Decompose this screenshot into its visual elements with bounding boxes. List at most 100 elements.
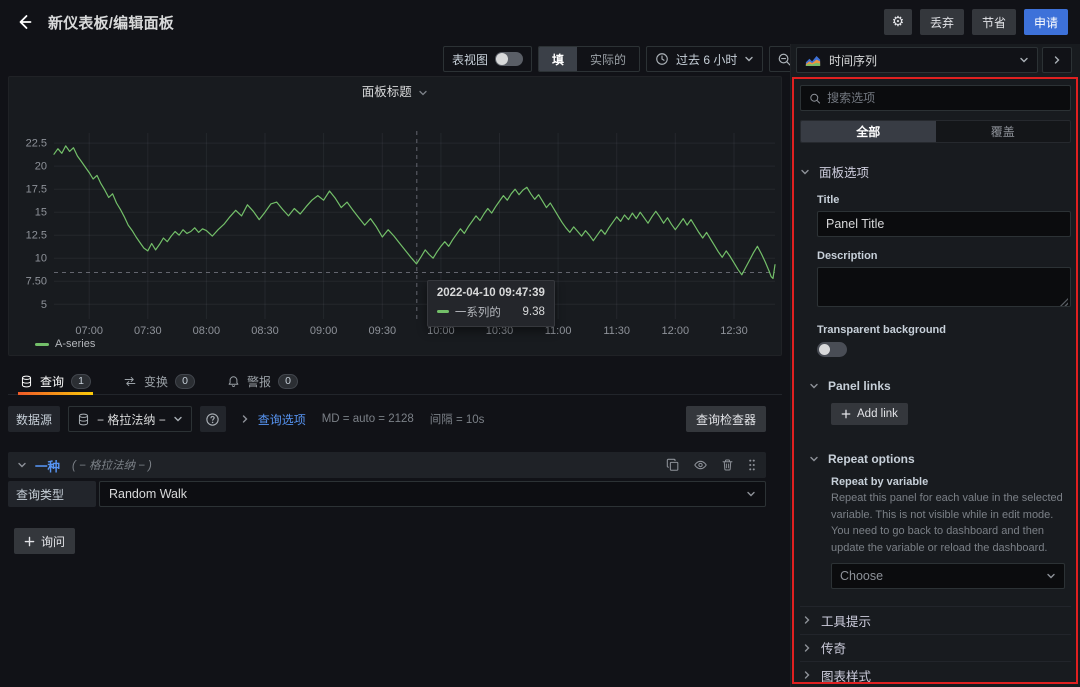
visualization-row: 时间序列 [796, 47, 1072, 73]
svg-text:09:30: 09:30 [369, 325, 397, 337]
legend-item-a-series[interactable]: A-series [35, 338, 95, 350]
svg-text:20: 20 [35, 161, 47, 173]
section-panel-links[interactable]: Panel links [800, 379, 1071, 393]
chevron-down-icon [173, 414, 183, 424]
tab-transform[interactable]: 变换 0 [121, 368, 197, 394]
query-row-header[interactable]: 一种 ( − 格拉法纳 − ) [8, 452, 766, 478]
section-tooltip[interactable]: 工具提示 [800, 606, 1071, 634]
apply-button[interactable]: 申请 [1024, 9, 1068, 35]
table-view-toggle-group: 表视图 [443, 46, 532, 72]
section-repeat-options-label: Repeat options [828, 452, 915, 466]
svg-text:08:30: 08:30 [251, 325, 279, 337]
back-button[interactable] [8, 5, 42, 39]
query-type-select[interactable]: Random Walk [99, 481, 766, 507]
datasource-help-button[interactable] [200, 406, 226, 432]
transparent-background-toggle[interactable] [817, 342, 847, 357]
table-view-toggle[interactable] [495, 52, 523, 66]
tab-alert-label: 警报 [247, 373, 271, 390]
table-view-label: 表视图 [452, 51, 488, 68]
panel-options-content: Title Description Transparent background [800, 194, 1071, 357]
visualization-label: 时间序列 [829, 52, 1011, 69]
panel-title: 面板标题 [362, 85, 412, 99]
section-tooltip-label: 工具提示 [821, 611, 871, 630]
delete-query-button[interactable] [721, 458, 734, 472]
chevron-down-icon [418, 88, 428, 98]
legend-label: A-series [55, 338, 95, 350]
svg-text:22.5: 22.5 [26, 138, 47, 150]
svg-text:07:00: 07:00 [75, 325, 103, 337]
chevron-down-icon [744, 54, 754, 64]
chevron-right-icon [240, 414, 250, 424]
query-row-actions [666, 458, 757, 472]
panel-description-input[interactable] [817, 267, 1071, 307]
repeat-by-variable-label: Repeat by variable [831, 476, 1065, 488]
time-range-picker[interactable]: 过去 6 小时 [646, 46, 763, 72]
clock-icon [655, 52, 669, 66]
repeat-variable-select[interactable]: Choose [831, 563, 1065, 589]
svg-text:5: 5 [41, 299, 47, 311]
visualization-picker[interactable]: 时间序列 [796, 47, 1038, 73]
svg-text:12:30: 12:30 [720, 325, 748, 337]
duplicate-query-button[interactable] [666, 458, 680, 472]
query-toolbar: 数据源 − 格拉法纳 − 查询选项 MD = auto = 2128 [8, 406, 766, 432]
fill-option[interactable]: 填 [539, 47, 577, 71]
eye-icon [693, 458, 708, 472]
tab-query-count: 1 [71, 374, 91, 389]
panel-toolbar: 表视图 填 实际的 过去 6 小时 ↻ [443, 46, 835, 72]
chevron-down-icon [800, 167, 810, 177]
collapsed-sections: 工具提示 传奇 图表样式 [800, 606, 1071, 687]
chevron-down-icon [746, 489, 756, 499]
options-pane-body: 全部 覆盖 面板选项 Title Description Transparent… [791, 73, 1080, 687]
query-options-toggle[interactable]: 查询选项 [240, 411, 306, 428]
collapse-options-button[interactable] [1042, 47, 1072, 73]
datasource-picker[interactable]: − 格拉法纳 − [68, 406, 192, 432]
disable-query-button[interactable] [693, 458, 708, 472]
query-inspector-button[interactable]: 查询检查器 [686, 406, 766, 432]
chevron-down-icon [1046, 571, 1056, 581]
discard-button[interactable]: 丢弃 [920, 9, 964, 35]
panel-settings-button[interactable]: ⚙ [884, 9, 912, 35]
transform-icon [123, 375, 137, 388]
section-panel-options[interactable]: 面板选项 [800, 162, 1071, 181]
description-label: Description [817, 250, 1071, 262]
svg-text:12.5: 12.5 [26, 230, 47, 242]
max-data-points: MD = auto = 2128 [322, 413, 414, 425]
query-row: 一种 ( − 格拉法纳 − ) [8, 452, 766, 507]
svg-text:15: 15 [35, 207, 47, 219]
tab-alert-count: 0 [278, 374, 298, 389]
options-tab-overrides[interactable]: 覆盖 [936, 121, 1071, 142]
time-series-viz-icon [805, 54, 821, 67]
panel-title-menu[interactable]: 面板标题 [9, 81, 781, 100]
query-type-value: Random Walk [109, 487, 746, 501]
section-panel-links-label: Panel links [828, 379, 891, 393]
tooltip-timestamp: 2022-04-10 09:47:39 [437, 287, 545, 299]
section-legend[interactable]: 传奇 [800, 634, 1071, 662]
time-series-chart[interactable]: 22.52017.51512.5107.50507:0007:3008:0008… [9, 77, 781, 355]
add-link-button[interactable]: Add link [831, 403, 908, 425]
tab-alert[interactable]: 警报 0 [225, 368, 300, 394]
tooltip-value: 9.38 [513, 306, 545, 318]
section-repeat-options[interactable]: Repeat options [800, 452, 1071, 466]
section-legend-label: 传奇 [821, 638, 846, 657]
panel-title-input[interactable] [817, 211, 1071, 237]
drag-handle[interactable] [747, 458, 757, 472]
question-circle-icon [205, 412, 220, 427]
options-search-input[interactable] [827, 91, 1062, 105]
tab-transform-count: 0 [175, 374, 195, 389]
options-search[interactable] [800, 85, 1071, 111]
svg-text:10:30: 10:30 [486, 325, 514, 337]
trash-icon [721, 458, 734, 472]
query-type-label: 查询类型 [8, 481, 96, 507]
section-graph-styles-label: 图表样式 [821, 666, 871, 685]
svg-text:7.50: 7.50 [26, 276, 47, 288]
actual-option[interactable]: 实际的 [577, 47, 639, 71]
svg-text:08:00: 08:00 [193, 325, 221, 337]
datasource-value: − 格拉法纳 − [97, 411, 166, 428]
save-button[interactable]: 节省 [972, 9, 1016, 35]
legend-swatch [35, 343, 49, 346]
section-graph-styles[interactable]: 图表样式 [800, 661, 1071, 687]
query-options-link: 查询选项 [258, 411, 306, 428]
options-tab-all[interactable]: 全部 [801, 121, 936, 142]
add-query-button[interactable]: 询问 [14, 528, 75, 554]
tab-query[interactable]: 查询 1 [18, 368, 93, 394]
